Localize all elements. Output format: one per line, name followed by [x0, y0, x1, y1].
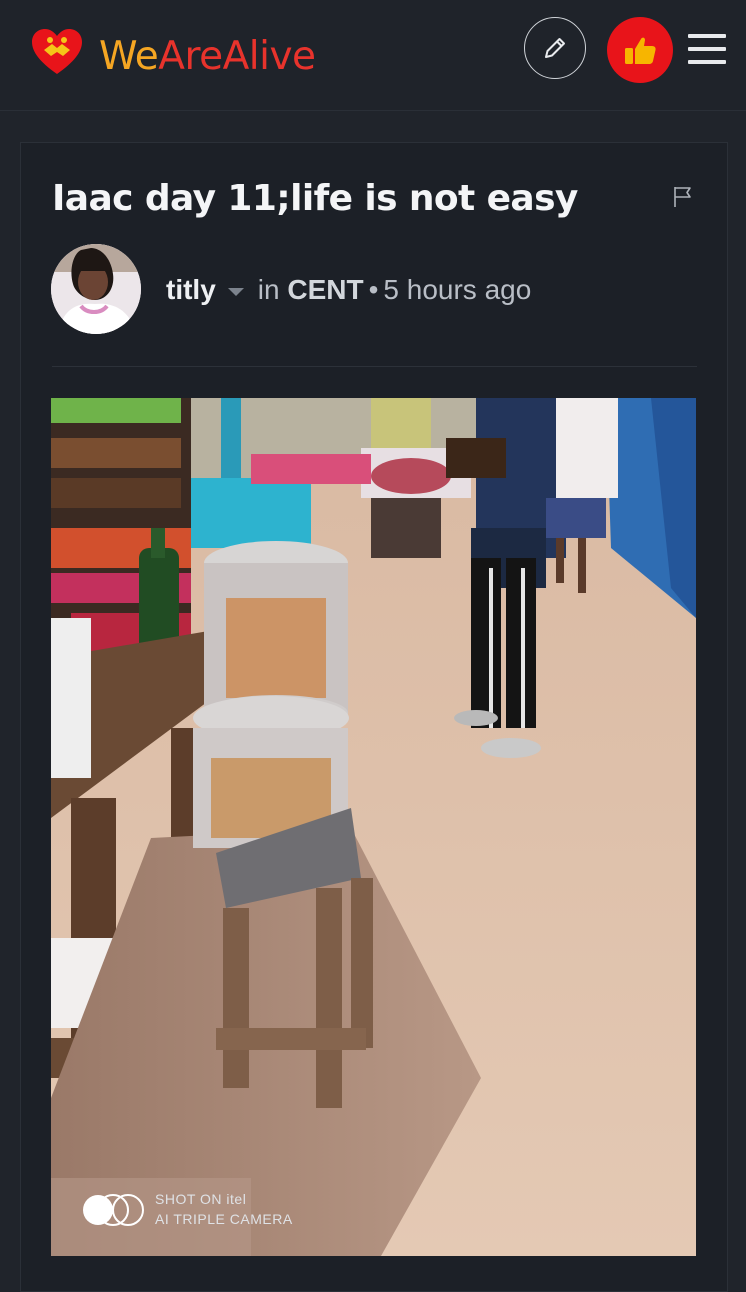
avatar-image: [51, 244, 141, 334]
post-meta: titly in CENT • 5 hours ago: [166, 270, 531, 310]
heart-logo-icon[interactable]: [30, 28, 84, 76]
flag-icon[interactable]: [672, 185, 694, 209]
community-link[interactable]: CENT: [287, 274, 363, 306]
in-label: in: [257, 274, 280, 305]
post-title[interactable]: Iaac day 11;life is not easy: [52, 178, 578, 219]
author-name[interactable]: titly: [166, 274, 216, 306]
post-image[interactable]: SHOT ON itel AI TRIPLE CAMERA: [51, 398, 696, 1256]
brand-we: We: [99, 34, 159, 79]
author-avatar[interactable]: [51, 244, 141, 334]
brand-arealive: AreAlive: [158, 34, 316, 79]
separator-dot: •: [368, 274, 379, 305]
post-time: 5 hours ago: [383, 274, 532, 305]
pencil-icon: [545, 38, 565, 58]
thumbs-up-icon: [625, 37, 656, 64]
write-post-button[interactable]: [524, 17, 586, 79]
upvote-button[interactable]: [607, 17, 673, 83]
hamburger-menu-icon[interactable]: [688, 32, 728, 66]
watermark-line1: SHOT ON itel: [155, 1191, 246, 1207]
divider: [52, 366, 697, 367]
chevron-down-icon[interactable]: [227, 288, 244, 296]
app-header: WeAreAlive: [0, 0, 746, 111]
brand-name[interactable]: WeAreAlive: [99, 34, 316, 79]
market-street-photo: SHOT ON itel AI TRIPLE CAMERA: [51, 398, 696, 1256]
watermark-line2: AI TRIPLE CAMERA: [155, 1211, 293, 1227]
